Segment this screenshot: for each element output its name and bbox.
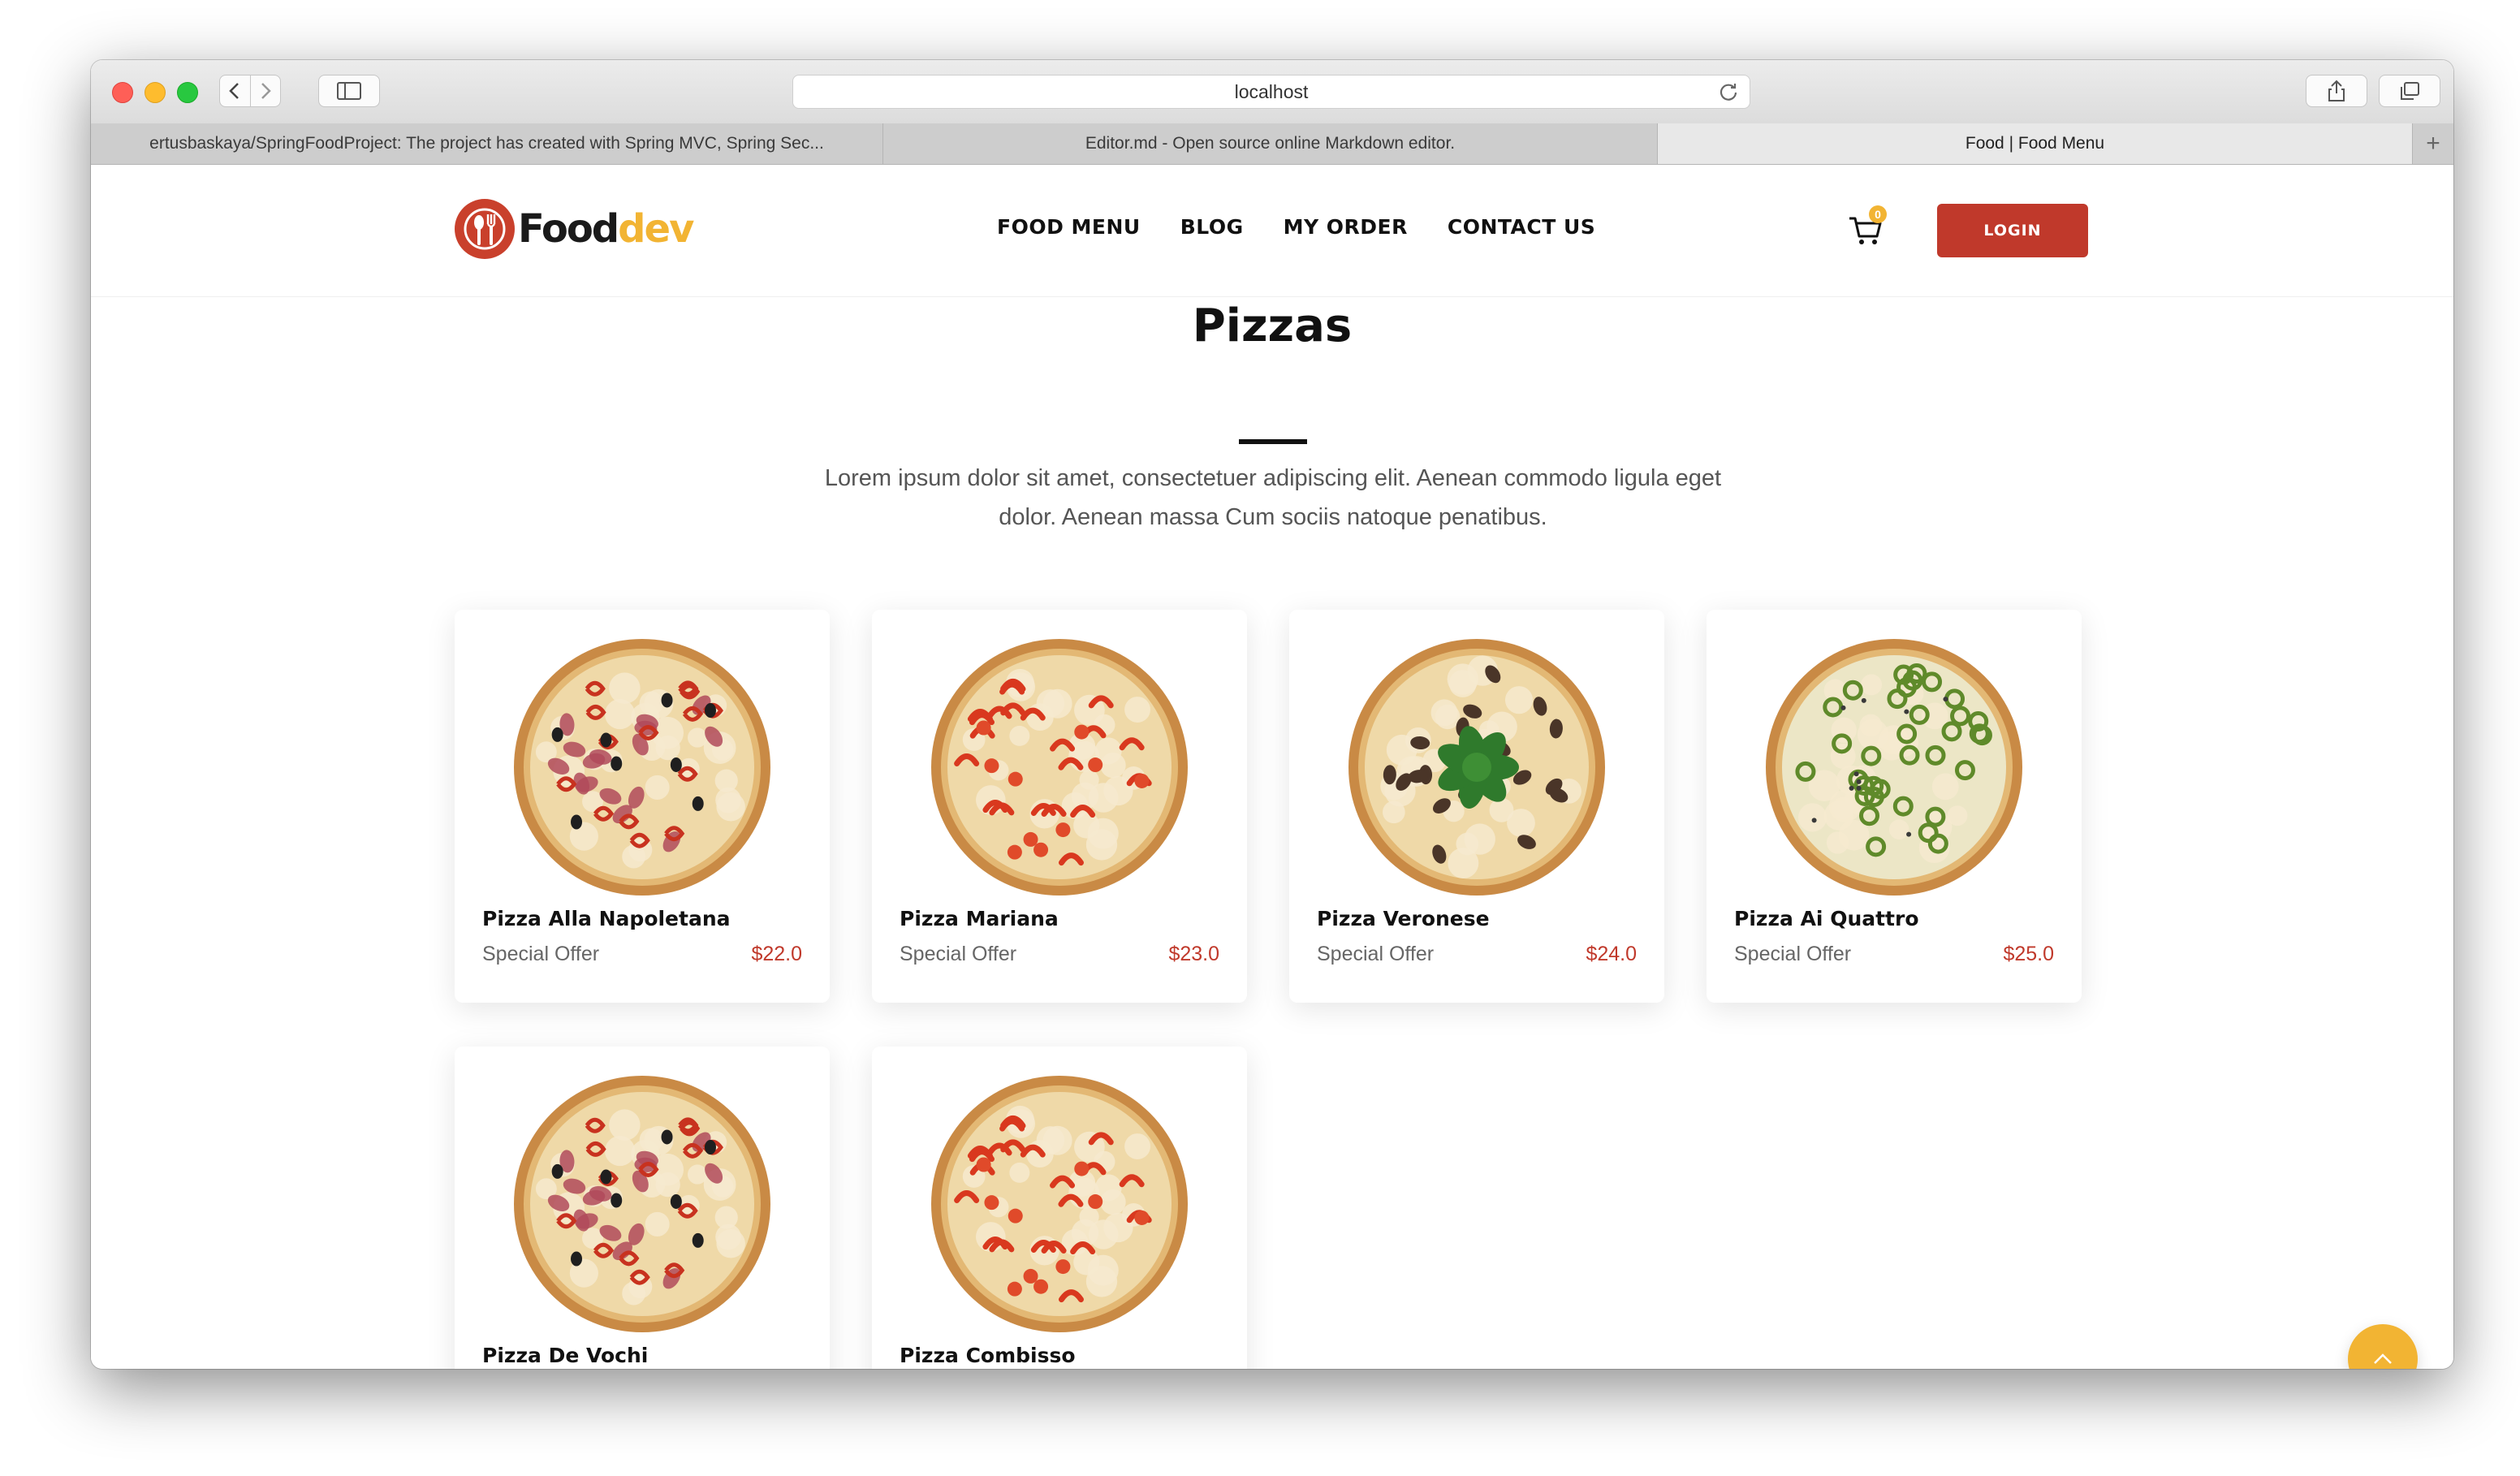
main-nav: FOOD MENU BLOG MY ORDER CONTACT US — [997, 215, 1635, 239]
share-icon — [2328, 80, 2345, 101]
product-card[interactable]: Pizza CombissoSpecial Offer$24.0 — [872, 1047, 1247, 1369]
tabs-overview-icon — [2401, 82, 2419, 100]
product-name[interactable]: Pizza De Vochi — [482, 1344, 648, 1367]
chevron-left-icon — [229, 83, 239, 99]
tab-github[interactable]: ertusbaskaya/SpringFoodProject: The proj… — [91, 123, 883, 164]
product-price: $25.0 — [2003, 943, 2054, 965]
pizza-image — [514, 1076, 770, 1332]
logo-food: Food — [518, 206, 619, 252]
title-underline — [1239, 439, 1307, 444]
share-button[interactable] — [2306, 75, 2367, 107]
address-bar[interactable]: localhost — [792, 75, 1750, 109]
product-name[interactable]: Pizza Ai Quattro — [1734, 907, 1919, 930]
reload-icon[interactable] — [1717, 80, 1740, 103]
product-image[interactable] — [482, 634, 802, 900]
chevron-up-icon — [2374, 1353, 2392, 1364]
new-tab-button[interactable]: + — [2413, 123, 2453, 164]
tab-title: ertusbaskaya/SpringFoodProject: The proj… — [149, 134, 824, 153]
pizza-image — [931, 639, 1188, 896]
pizza-image — [931, 1076, 1188, 1332]
nav-food-menu[interactable]: FOOD MENU — [997, 215, 1141, 239]
product-card[interactable]: Pizza Ai Quattro Special Offer $25.0 — [1707, 610, 2082, 1003]
nav-blog[interactable]: BLOG — [1180, 215, 1244, 239]
forward-button[interactable] — [251, 76, 281, 106]
page-content: Fooddev FOOD MENU BLOG MY ORDER CONTACT … — [91, 165, 2453, 1369]
show-tabs-button[interactable] — [2379, 75, 2440, 107]
tab-title: Editor.md - Open source online Markdown … — [1085, 134, 1456, 153]
pizza-image — [1348, 639, 1605, 896]
product-price: $23.0 — [1168, 943, 1219, 965]
login-button[interactable]: LOGIN — [1937, 204, 2088, 257]
product-subtitle: Special Offer — [1734, 943, 1852, 965]
scroll-to-top-button[interactable] — [2348, 1324, 2418, 1369]
pizza-image — [514, 639, 770, 896]
title-bar: localhost — [91, 60, 2453, 124]
pizza-image — [1766, 639, 2022, 896]
tab-food-menu[interactable]: Food | Food Menu — [1658, 123, 2413, 164]
product-price: $22.0 — [751, 943, 802, 965]
product-card[interactable]: Pizza Alla Napoletana Special Offer $22.0 — [455, 610, 830, 1003]
cart-count-badge: 0 — [1869, 205, 1887, 223]
minimize-window-button[interactable] — [145, 82, 166, 103]
product-image[interactable] — [900, 634, 1219, 900]
product-image[interactable] — [482, 1071, 802, 1337]
tab-editor[interactable]: Editor.md - Open source online Markdown … — [883, 123, 1658, 164]
product-name[interactable]: Pizza Veronese — [1317, 907, 1490, 930]
product-image[interactable] — [1734, 634, 2054, 900]
url-text: localhost — [1234, 80, 1309, 102]
product-price: $24.0 — [1586, 943, 1637, 965]
history-nav — [219, 75, 281, 107]
section-description: Lorem ipsum dolor sit amet, consectetuer… — [824, 465, 1722, 530]
chevron-right-icon — [261, 83, 271, 99]
tab-title: Food | Food Menu — [1965, 134, 2105, 153]
zoom-window-button[interactable] — [177, 82, 198, 103]
tab-bar: ertusbaskaya/SpringFoodProject: The proj… — [91, 123, 2453, 165]
cart-button[interactable]: 0 — [1846, 205, 1887, 251]
sidebar-toggle-button[interactable] — [318, 75, 380, 107]
back-button[interactable] — [220, 76, 251, 106]
product-image[interactable] — [1317, 634, 1637, 900]
nav-my-order[interactable]: MY ORDER — [1284, 215, 1408, 239]
logo-text: Fooddev — [518, 206, 694, 252]
logo-dev: dev — [618, 206, 694, 252]
product-name[interactable]: Pizza Alla Napoletana — [482, 907, 731, 930]
spoon-fork-icon — [464, 208, 506, 250]
sidebar-icon — [337, 82, 361, 100]
product-subtitle: Special Offer — [1317, 943, 1435, 965]
product-name[interactable]: Pizza Mariana — [900, 907, 1059, 930]
product-card[interactable]: Pizza Veronese Special Offer $24.0 — [1289, 610, 1664, 1003]
logo-mark-icon — [455, 199, 515, 259]
product-card[interactable]: Pizza De VochiSpecial Offer$26.0 — [455, 1047, 830, 1369]
nav-contact-us[interactable]: CONTACT US — [1448, 215, 1595, 239]
close-window-button[interactable] — [112, 82, 133, 103]
product-name[interactable]: Pizza Combisso — [900, 1344, 1076, 1367]
site-header: Fooddev FOOD MENU BLOG MY ORDER CONTACT … — [91, 165, 2453, 297]
product-subtitle: Special Offer — [900, 943, 1017, 965]
product-card[interactable]: Pizza Mariana Special Offer $23.0 — [872, 610, 1247, 1003]
product-subtitle: Special Offer — [482, 943, 600, 965]
site-logo[interactable]: Fooddev — [455, 199, 694, 259]
section-title: Pizzas — [1192, 300, 1353, 352]
browser-window: localhost ertusbaskaya/SpringFoodProject… — [91, 60, 2453, 1369]
product-image[interactable] — [900, 1071, 1219, 1337]
